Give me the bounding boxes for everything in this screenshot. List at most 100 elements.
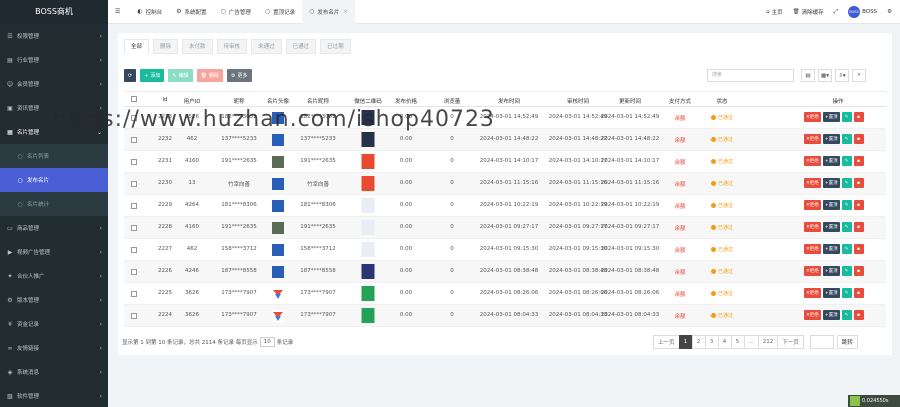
- sidebar-item[interactable]: ∞ 友情链接 ‹: [0, 336, 108, 360]
- page-number-button[interactable]: 212: [757, 335, 779, 349]
- page-number-button[interactable]: 1: [678, 335, 693, 349]
- more-button[interactable]: ⚙ 更多: [227, 69, 252, 82]
- top-button[interactable]: + 置顶: [822, 178, 840, 188]
- sidebar-item[interactable]: ⚙ 版本管理 ‹: [0, 288, 108, 312]
- top-button[interactable]: + 置顶: [822, 112, 840, 122]
- tab-item[interactable]: ○ 发布名片 ×: [302, 0, 355, 24]
- sidebar-item[interactable]: ¥ 资金记录 ‹: [0, 312, 108, 336]
- top-button[interactable]: + 置顶: [822, 266, 840, 276]
- reject-button[interactable]: ✕ 拒绝: [804, 156, 821, 166]
- filter-tab[interactable]: 未付款: [182, 39, 213, 54]
- row-checkbox[interactable]: [131, 269, 137, 275]
- row-checkbox[interactable]: [131, 225, 137, 231]
- filter-tab[interactable]: 已过期: [320, 39, 351, 54]
- sidebar-item[interactable]: ○ 发布名片: [0, 168, 108, 192]
- edit-row-button[interactable]: ✎: [841, 156, 852, 166]
- prev-page-button[interactable]: 上一页: [653, 335, 680, 349]
- top-button[interactable]: + 置顶: [822, 244, 840, 254]
- reject-button[interactable]: ✕ 拒绝: [804, 244, 821, 254]
- export-button[interactable]: ⇩▾: [835, 69, 849, 82]
- edit-row-button[interactable]: ✎: [841, 310, 852, 320]
- reject-button[interactable]: ✕ 拒绝: [804, 310, 821, 320]
- edit-button[interactable]: ✎ 编辑: [168, 69, 193, 82]
- tab-item[interactable]: ◐ 控制台: [130, 0, 169, 24]
- tab-item[interactable]: ⚙ 系统配置: [169, 0, 213, 24]
- delete-button[interactable]: 🗑 删除: [196, 69, 224, 82]
- edit-row-button[interactable]: ✎: [841, 288, 852, 298]
- columns-button[interactable]: ▦▾: [818, 69, 832, 82]
- fullscreen-button[interactable]: ⤢: [834, 9, 838, 16]
- row-checkbox[interactable]: [131, 291, 137, 297]
- edit-row-button[interactable]: ✎: [841, 134, 852, 144]
- edit-row-button[interactable]: ✎: [841, 178, 852, 188]
- delete-row-button[interactable]: ▪: [853, 244, 864, 254]
- tab-item[interactable]: ○ 广告管理: [214, 0, 258, 24]
- row-checkbox[interactable]: [131, 247, 137, 253]
- user-menu[interactable]: BOSS BOSS: [848, 6, 877, 18]
- sidebar-item[interactable]: ○ 名片列表: [0, 144, 108, 168]
- edit-row-button[interactable]: ✎: [841, 222, 852, 232]
- delete-row-button[interactable]: ▪: [853, 200, 864, 210]
- sidebar-item[interactable]: ✦ 合伙人推广 ‹: [0, 264, 108, 288]
- delete-row-button[interactable]: ▪: [853, 178, 864, 188]
- top-button[interactable]: + 置顶: [822, 310, 840, 320]
- filter-tab[interactable]: 删除: [153, 39, 179, 54]
- delete-row-button[interactable]: ▪: [853, 134, 864, 144]
- delete-row-button[interactable]: ▪: [853, 156, 864, 166]
- filter-tab[interactable]: 全部: [124, 39, 150, 54]
- sidebar-item[interactable]: ☰ 权限管理 ‹: [0, 24, 108, 48]
- close-icon[interactable]: ×: [343, 9, 348, 15]
- reject-button[interactable]: ✕ 拒绝: [804, 288, 821, 298]
- edit-row-button[interactable]: ✎: [841, 266, 852, 276]
- reject-button[interactable]: ✕ 拒绝: [804, 222, 821, 232]
- clear-cache-button[interactable]: 🗑 清除缓存: [793, 8, 824, 16]
- edit-row-button[interactable]: ✎: [841, 244, 852, 254]
- sidebar-item[interactable]: ▶ 视频广告管理 ‹: [0, 240, 108, 264]
- page-number-button[interactable]: 2: [691, 335, 706, 349]
- sidebar-item[interactable]: ◈ 系统消息 ‹: [0, 360, 108, 384]
- page-number-button[interactable]: 4: [717, 335, 732, 349]
- row-checkbox[interactable]: [131, 313, 137, 319]
- reject-button[interactable]: ✕ 拒绝: [804, 200, 821, 210]
- top-button[interactable]: + 置顶: [822, 156, 840, 166]
- filter-tab[interactable]: 未通过: [251, 39, 282, 54]
- filter-tab[interactable]: 已通过: [285, 39, 317, 54]
- delete-row-button[interactable]: ▪: [853, 310, 864, 320]
- toggle-view-button[interactable]: ▤: [801, 69, 815, 82]
- top-button[interactable]: + 置顶: [822, 222, 840, 232]
- page-jump-button[interactable]: 跳转: [836, 335, 858, 349]
- delete-row-button[interactable]: ▪: [853, 112, 864, 122]
- top-button[interactable]: + 置顶: [822, 288, 840, 298]
- row-checkbox[interactable]: [131, 203, 137, 209]
- next-page-button[interactable]: 下一页: [777, 335, 804, 349]
- menu-toggle-button[interactable]: ☰: [108, 0, 130, 24]
- page-jump-input[interactable]: [809, 335, 834, 349]
- row-checkbox[interactable]: [131, 181, 137, 187]
- edit-row-button[interactable]: ✎: [841, 200, 852, 210]
- settings-button[interactable]: ⚙: [887, 9, 892, 15]
- home-link[interactable]: ⌂ 主页: [766, 8, 783, 16]
- row-checkbox[interactable]: [131, 137, 137, 143]
- sidebar-item[interactable]: ☺ 会员管理 ‹: [0, 72, 108, 96]
- reject-button[interactable]: ✕ 拒绝: [804, 112, 821, 122]
- reject-button[interactable]: ✕ 拒绝: [804, 266, 821, 276]
- sidebar-item[interactable]: ▧ 软件管理 ‹: [0, 384, 108, 407]
- delete-row-button[interactable]: ▪: [853, 266, 864, 276]
- brand-logo[interactable]: BOSS商机: [0, 0, 108, 24]
- page-number-button[interactable]: 3: [704, 335, 719, 349]
- filter-tab[interactable]: 待审核: [216, 39, 248, 54]
- delete-row-button[interactable]: ▪: [853, 288, 864, 298]
- search-button[interactable]: ⌕: [852, 69, 866, 82]
- select-all-checkbox[interactable]: [131, 96, 137, 102]
- delete-row-button[interactable]: ▪: [853, 222, 864, 232]
- sidebar-item[interactable]: ○ 名片统计: [0, 192, 108, 216]
- tab-item[interactable]: ○ 置顶记录: [258, 0, 302, 24]
- sidebar-item[interactable]: ▭ 商品管理 ‹: [0, 216, 108, 240]
- page-number-button[interactable]: 5: [730, 335, 745, 349]
- page-size-select[interactable]: 10: [259, 337, 275, 347]
- reject-button[interactable]: ✕ 拒绝: [804, 178, 821, 188]
- refresh-button[interactable]: ⟳: [124, 69, 137, 82]
- reject-button[interactable]: ✕ 拒绝: [804, 134, 821, 144]
- add-button[interactable]: + 添加: [140, 69, 165, 82]
- sidebar-item[interactable]: ▤ 行业管理 ‹: [0, 48, 108, 72]
